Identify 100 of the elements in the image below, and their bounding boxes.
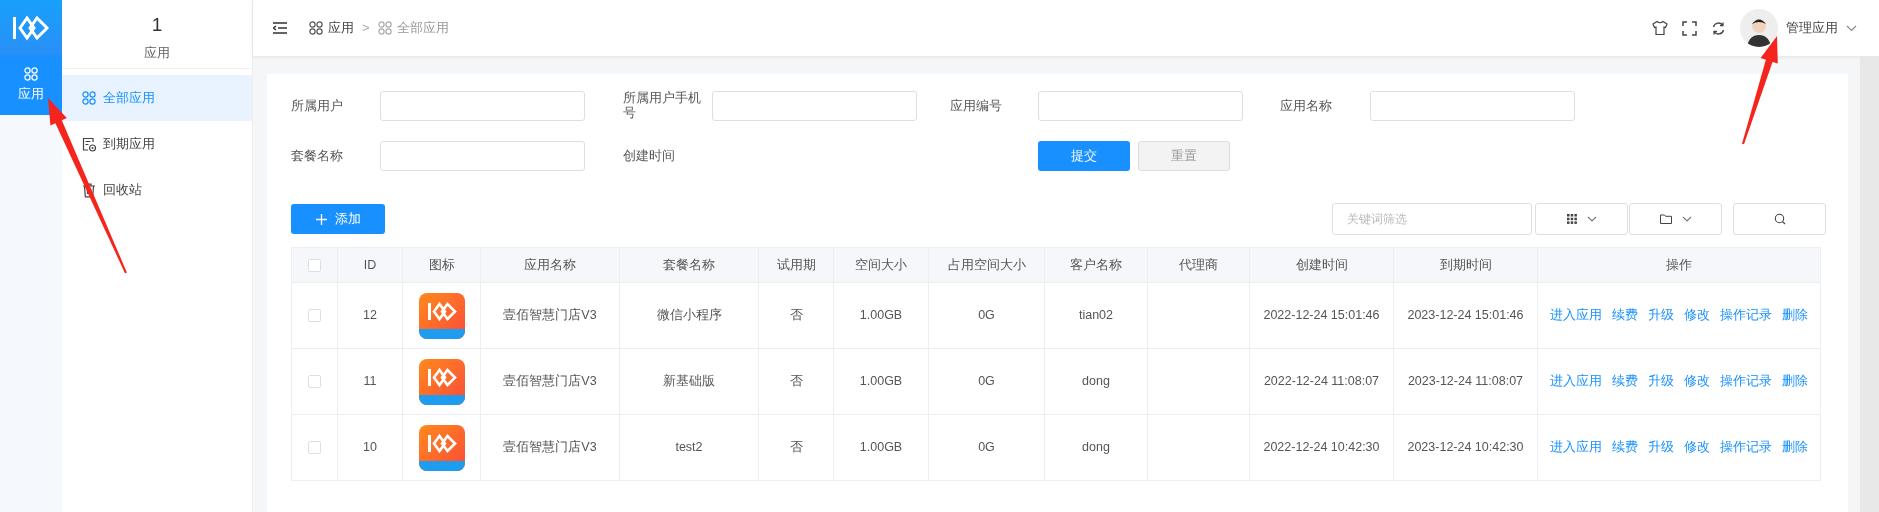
reset-button[interactable]: 重置 [1138, 141, 1230, 171]
action-link[interactable]: 修改 [1684, 372, 1710, 391]
sidebar-item[interactable]: 回收站 [62, 167, 252, 213]
table-cell: 新基础版 [663, 374, 715, 389]
sidebar-item[interactable]: 全部应用 [62, 75, 252, 121]
folder-dropdown[interactable] [1629, 203, 1722, 235]
apps-icon [24, 66, 38, 81]
row-checkbox[interactable] [308, 441, 321, 455]
action-link[interactable]: 操作记录 [1720, 438, 1772, 457]
action-link[interactable]: 删除 [1782, 438, 1808, 457]
select-all-checkbox[interactable] [308, 258, 321, 272]
filter-label: 应用编号 [950, 98, 1003, 114]
table-cell: 2023-12-24 15:01:46 [1407, 308, 1524, 323]
filter-input[interactable] [380, 141, 585, 171]
avatar[interactable] [1740, 9, 1778, 47]
table-cell: 否 [789, 440, 803, 455]
action-link[interactable]: 升级 [1648, 438, 1674, 457]
action-link[interactable]: 修改 [1684, 306, 1710, 325]
table-cell: 10 [363, 440, 377, 455]
breadcrumb-separator: > [362, 19, 370, 38]
apps-icon [309, 21, 323, 35]
table-cell: 2023-12-24 11:08:07 [1407, 374, 1524, 389]
table-cell: 2022-12-24 11:08:07 [1263, 374, 1380, 389]
table-cell: 壹佰智慧门店V3 [503, 308, 597, 323]
table-cell: 否 [789, 374, 803, 389]
column-header: 操作 [1666, 257, 1692, 272]
grid-dropdown[interactable] [1535, 203, 1628, 235]
app-logo-icon [418, 358, 465, 405]
table-cell: 11 [363, 374, 377, 389]
menu-collapse-icon[interactable] [273, 22, 287, 34]
table-cell: 0G [978, 440, 995, 455]
user-name[interactable]: 管理应用 [1786, 18, 1838, 38]
grid-icon [1566, 214, 1577, 224]
caret-icon [1681, 216, 1692, 222]
tshirt-icon[interactable] [1652, 20, 1668, 36]
caret-icon [1586, 216, 1597, 222]
search-button[interactable] [1733, 203, 1826, 235]
keyword-search-field[interactable]: 关键词筛选 [1332, 203, 1532, 235]
filter-input[interactable] [1370, 91, 1575, 121]
table-cell: 壹佰智慧门店V3 [503, 440, 597, 455]
column-header: 图标 [428, 257, 455, 272]
action-link[interactable]: 修改 [1684, 438, 1710, 457]
action-link[interactable]: 进入应用 [1550, 306, 1602, 325]
filter-label: 创建时间 [623, 148, 676, 164]
table-cell: dong [1082, 374, 1110, 389]
filter-label: 所属用户 [291, 98, 344, 114]
action-link[interactable]: 操作记录 [1720, 306, 1772, 325]
column-header: 套餐名称 [663, 257, 715, 272]
table-cell: test2 [675, 440, 703, 455]
action-link[interactable]: 续费 [1612, 306, 1638, 325]
filter-input[interactable] [1038, 91, 1243, 121]
row-checkbox[interactable] [308, 309, 321, 323]
column-header: 试用期 [776, 257, 816, 272]
rail-tab[interactable]: 应用 [0, 55, 62, 115]
refresh-icon[interactable] [1711, 20, 1726, 36]
breadcrumb-link[interactable]: 全部应用 [377, 18, 449, 38]
action-link[interactable]: 升级 [1648, 372, 1674, 391]
filter-input[interactable] [712, 91, 917, 121]
column-header: ID [363, 257, 377, 272]
action-link[interactable]: 进入应用 [1550, 438, 1602, 457]
column-header: 空间大小 [855, 257, 907, 272]
submit-button[interactable]: 提交 [1038, 141, 1130, 171]
table-cell: 壹佰智慧门店V3 [503, 374, 597, 389]
action-link[interactable]: 操作记录 [1720, 372, 1772, 391]
table-cell: 0G [978, 374, 995, 389]
row-checkbox[interactable] [308, 375, 321, 389]
table-cell: 2023-12-24 10:42:30 [1407, 440, 1524, 455]
fullscreen-icon[interactable] [1682, 20, 1697, 36]
table-cell: 微信小程序 [656, 308, 722, 323]
add-button[interactable]: 添加 [291, 204, 385, 234]
table-cell: 1.00GB [859, 374, 903, 389]
action-link[interactable]: 删除 [1782, 306, 1808, 325]
caret-icon[interactable] [1846, 24, 1857, 32]
table-cell: 1.00GB [859, 308, 903, 323]
app-logo-icon [418, 292, 465, 339]
sidebar-item[interactable]: 到期应用 [62, 121, 252, 167]
action-link[interactable]: 升级 [1648, 306, 1674, 325]
column-header: 到期时间 [1439, 257, 1492, 272]
panel-title: 应用 [144, 43, 170, 62]
plus-icon [315, 213, 327, 225]
table-cell: tian02 [1078, 308, 1114, 323]
table-cell: 2022-12-24 15:01:46 [1263, 308, 1380, 323]
filter-label: 所属用户手机号 [623, 91, 702, 121]
filter-label: 应用名称 [1280, 98, 1333, 114]
folder-icon [1659, 214, 1672, 224]
column-header: 代理商 [1179, 257, 1218, 272]
column-header: 应用名称 [524, 257, 576, 272]
table-cell: dong [1082, 440, 1110, 455]
document-clock-icon [82, 136, 96, 152]
breadcrumb-link[interactable]: 应用 [309, 18, 354, 38]
filter-input[interactable] [380, 91, 585, 121]
action-link[interactable]: 续费 [1612, 372, 1638, 391]
apps-icon [82, 91, 96, 105]
action-link[interactable]: 续费 [1612, 438, 1638, 457]
column-header: 创建时间 [1295, 257, 1348, 272]
action-link[interactable]: 进入应用 [1550, 372, 1602, 391]
trash-icon [82, 182, 96, 198]
action-link[interactable]: 删除 [1782, 372, 1808, 391]
app-count: 1 [151, 14, 163, 37]
column-header: 占用空间大小 [947, 257, 1026, 272]
